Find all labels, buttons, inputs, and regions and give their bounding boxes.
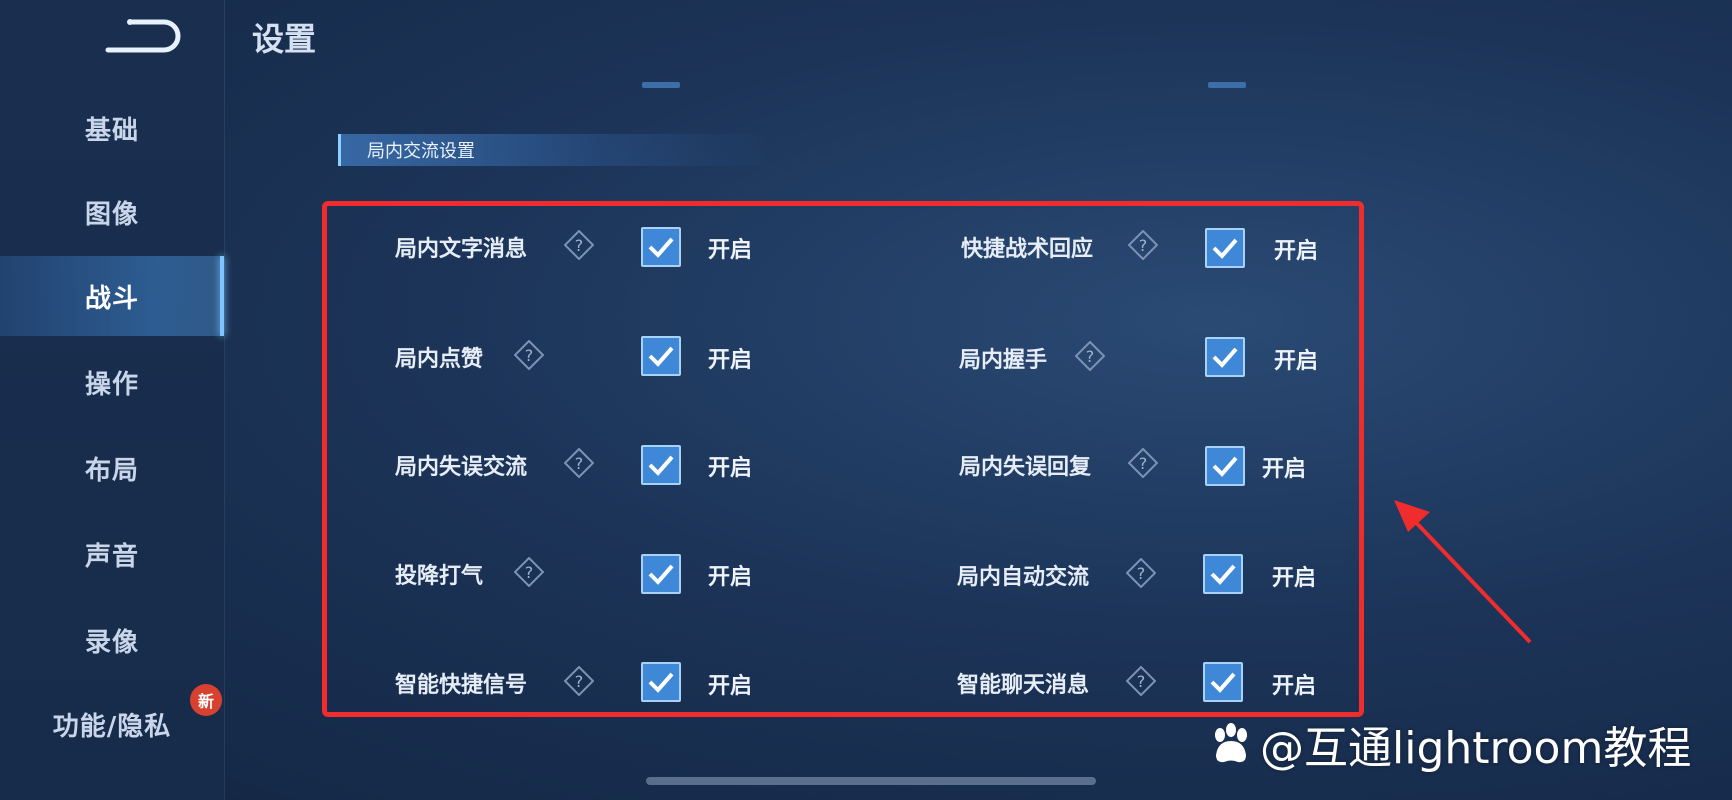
setting-label: 局内文字消息 <box>395 237 528 262</box>
check-icon <box>648 564 674 585</box>
section-header: 局内交流设置 <box>338 134 768 166</box>
setting-label: 局内自动交流 <box>957 565 1090 590</box>
back-icon[interactable] <box>100 16 184 56</box>
watermark: @互通lightroom教程 <box>1208 712 1691 776</box>
checkbox[interactable] <box>641 662 681 702</box>
sidebar-item-graphics[interactable]: 图像 <box>0 172 224 252</box>
setting-label: 智能聊天消息 <box>957 673 1090 698</box>
help-icon[interactable]: ? <box>1128 230 1158 260</box>
checkbox[interactable] <box>1205 446 1245 486</box>
check-icon <box>1212 347 1238 368</box>
setting-label: 局内失误交流 <box>395 455 528 480</box>
checkbox[interactable] <box>641 445 681 485</box>
check-icon <box>648 346 674 367</box>
check-icon <box>1212 238 1238 259</box>
toggle-state: 开启 <box>1272 566 1317 591</box>
sidebar-item-battle[interactable]: 战斗 <box>0 256 224 336</box>
checkbox[interactable] <box>1203 554 1243 594</box>
setting-label: 局内握手 <box>959 348 1048 373</box>
sidebar-item-basic[interactable]: 基础 <box>0 88 224 168</box>
toggle-state: 开启 <box>708 238 753 263</box>
sidebar-item-label: 布局 <box>84 455 139 486</box>
scroll-indicator <box>642 82 680 88</box>
check-icon <box>648 237 674 258</box>
sidebar-item-label: 战斗 <box>84 283 139 314</box>
help-icon[interactable]: ? <box>1126 558 1156 588</box>
toggle-state: 开启 <box>708 348 753 373</box>
svg-text:?: ? <box>1139 454 1148 473</box>
svg-text:?: ? <box>1086 347 1095 366</box>
svg-text:?: ? <box>575 236 584 255</box>
horizontal-scrollbar[interactable] <box>646 777 1096 785</box>
help-icon[interactable]: ? <box>564 666 594 696</box>
sidebar-item-label: 功能/隐私 <box>52 711 172 742</box>
toggle-state: 开启 <box>708 456 753 481</box>
setting-label: 局内失误回复 <box>959 455 1092 480</box>
sidebar-item-replay[interactable]: 录像 <box>0 600 224 680</box>
toggle-state: 开启 <box>1274 239 1319 264</box>
checkbox[interactable] <box>641 554 681 594</box>
checkbox[interactable] <box>1203 662 1243 702</box>
annotation-arrow-icon <box>1394 500 1532 644</box>
baidu-paw-icon <box>1215 723 1247 763</box>
new-badge: 新 <box>190 684 222 716</box>
svg-text:?: ? <box>575 672 584 691</box>
svg-text:?: ? <box>1137 564 1146 583</box>
check-icon <box>648 455 674 476</box>
check-icon <box>1210 672 1236 693</box>
check-icon <box>1210 564 1236 585</box>
svg-text:?: ? <box>1139 236 1148 255</box>
sidebar-item-controls[interactable]: 操作 <box>0 342 224 422</box>
sidebar-item-label: 声音 <box>84 541 139 572</box>
toggle-state: 开启 <box>708 565 753 590</box>
svg-text:?: ? <box>1137 672 1146 691</box>
toggle-state: 开启 <box>1262 457 1307 482</box>
page-title: 设置 <box>252 20 317 58</box>
sidebar-item-label: 录像 <box>84 627 139 658</box>
svg-text:?: ? <box>525 563 534 582</box>
sidebar-item-label: 基础 <box>84 115 139 146</box>
sidebar-item-sound[interactable]: 声音 <box>0 514 224 594</box>
setting-label: 投降打气 <box>395 564 484 589</box>
checkbox[interactable] <box>641 336 681 376</box>
help-icon[interactable]: ? <box>1128 448 1158 478</box>
section-title: 局内交流设置 <box>367 141 475 162</box>
setting-label: 快捷战术回应 <box>961 237 1094 262</box>
setting-label: 局内点赞 <box>395 347 484 372</box>
svg-text:?: ? <box>575 454 584 473</box>
toggle-state: 开启 <box>708 674 753 699</box>
checkbox[interactable] <box>1205 228 1245 268</box>
svg-text:?: ? <box>525 346 534 365</box>
help-icon[interactable]: ? <box>1126 666 1156 696</box>
checkbox[interactable] <box>1205 337 1245 377</box>
sidebar-item-layout[interactable]: 布局 <box>0 428 224 508</box>
help-icon[interactable]: ? <box>514 340 544 370</box>
check-icon <box>648 672 674 693</box>
toggle-state: 开启 <box>1274 349 1319 374</box>
help-icon[interactable]: ? <box>514 557 544 587</box>
help-icon[interactable]: ? <box>1075 341 1105 371</box>
scroll-indicator <box>1208 82 1246 88</box>
sidebar-item-label: 图像 <box>84 199 139 230</box>
checkbox[interactable] <box>641 227 681 267</box>
watermark-text: @互通lightroom教程 <box>1260 723 1692 774</box>
check-icon <box>1212 456 1238 477</box>
toggle-state: 开启 <box>1272 674 1317 699</box>
setting-label: 智能快捷信号 <box>395 673 528 698</box>
sidebar: 基础 图像 战斗 操作 布局 声音 录像 功能/隐私 新 <box>0 0 225 800</box>
help-icon[interactable]: ? <box>564 230 594 260</box>
help-icon[interactable]: ? <box>564 448 594 478</box>
sidebar-item-label: 操作 <box>84 369 139 400</box>
